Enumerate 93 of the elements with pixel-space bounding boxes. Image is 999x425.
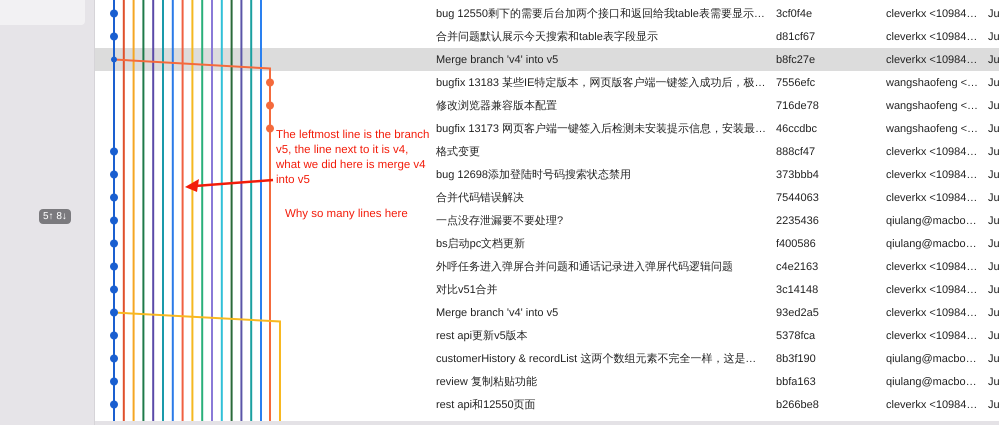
commit-hash: 7556efc <box>776 76 816 88</box>
commit-message: 外呼任务进入弹屏合并问题和通话记录进入弹屏代码逻辑问题 <box>436 260 734 274</box>
commit-hash: 2235436 <box>776 214 820 226</box>
commit-author: qiulang@macbo… <box>886 376 978 388</box>
commit-message: bs启动pc文档更新 <box>436 236 526 251</box>
commit-node <box>110 240 118 248</box>
commit-node <box>110 32 118 40</box>
commit-author: cleverkx <10984… <box>886 54 978 66</box>
commit-hash: b8fc27e <box>776 54 816 66</box>
annotation-question: Why so many lines here <box>285 207 408 222</box>
commit-node <box>110 378 118 386</box>
commit-date: Ju <box>988 168 999 180</box>
commit-date: Ju <box>988 146 999 158</box>
commit-author: qiulang@macbo… <box>886 352 978 364</box>
commit-message: 一点没存泄漏要不要处理? <box>436 214 564 228</box>
commit-message: bugfix 13173 网页客户端一键签入后检测未安装提示信息，安装最… <box>436 122 768 136</box>
commit-author: cleverkx <10984… <box>886 260 978 272</box>
commit-hash: 5378fca <box>776 330 816 342</box>
commit-node <box>110 170 118 178</box>
commit-message: Merge branch 'v4' into v5 <box>436 54 560 66</box>
commit-message: rest api更新v5版本 <box>436 328 529 343</box>
commit-date: Ju <box>988 100 999 112</box>
commit-message: 修改浏览器兼容版本配置 <box>436 98 558 113</box>
commit-date: Ju <box>988 306 999 318</box>
commit-author: cleverkx <10984… <box>886 8 978 20</box>
commit-date: Ju <box>988 76 999 88</box>
commit-message: bug 12698添加登陆时号码搜索状态禁用 <box>436 168 632 182</box>
commit-message: rest api和12550页面 <box>436 398 537 412</box>
commit-date: Ju <box>988 30 999 42</box>
commit-message: bug 12550剩下的需要后台加两个接口和返回给我table表需要显示… <box>436 6 766 21</box>
commit-hash: bbfa163 <box>776 376 817 388</box>
commit-author: cleverkx <10984… <box>886 306 978 318</box>
commit-message: customerHistory & recordList 这两个数组元素不完全一样，这是… <box>436 352 758 366</box>
commit-hash: f400586 <box>776 238 817 250</box>
commit-hash: 8b3f190 <box>776 352 817 364</box>
commit-author: wangshaofeng <… <box>886 122 980 134</box>
commit-author: wangshaofeng <… <box>886 76 980 88</box>
commit-message: bugfix 13183 某些IE特定版本，网页版客户端一键签入成功后，极… <box>436 76 766 90</box>
commit-date: Ju <box>988 398 999 410</box>
commit-message: review 复制粘贴功能 <box>436 375 538 389</box>
commit-node <box>110 10 118 18</box>
commit-date: Ju <box>988 238 999 250</box>
commit-date: Ju <box>988 284 999 296</box>
commit-hash: 46ccdbc <box>776 122 818 134</box>
annotation-note: The leftmost line is the branch v5, the line next to it is v4, what we did here is merge v4 into v5 <box>276 128 430 188</box>
commit-node <box>110 308 118 316</box>
commit-author: cleverkx <10984… <box>886 284 978 296</box>
commit-node <box>110 354 118 362</box>
commit-date: Ju <box>988 8 999 20</box>
commit-author: qiulang@macbo… <box>886 214 978 226</box>
commit-hash: 3c14148 <box>776 284 820 296</box>
commit-hash: 93ed2a5 <box>776 306 820 318</box>
commit-hash: b266be8 <box>776 398 820 410</box>
commit-node <box>110 216 118 224</box>
commit-node <box>110 194 118 202</box>
commit-node <box>110 332 118 340</box>
commit-message: 合并代码错误解决 <box>436 190 525 205</box>
commit-date: Ju <box>988 192 999 204</box>
commit-hash: 3cf0f4e <box>776 8 814 20</box>
commit-message: Merge branch 'v4' into v5 <box>436 306 560 318</box>
commit-author: cleverkx <10984… <box>886 146 978 158</box>
commit-author: cleverkx <10984… <box>886 168 978 180</box>
commit-hash: 7544063 <box>776 192 820 204</box>
commit-node <box>266 124 274 132</box>
commit-hash: 373bbb4 <box>776 168 820 180</box>
commit-node <box>266 78 274 86</box>
commit-author: cleverkx <10984… <box>886 192 978 204</box>
sync-status-badge: 5↑ 8↓ <box>39 209 71 224</box>
commit-author: qiulang@macbo… <box>886 238 978 250</box>
commit-author: wangshaofeng <… <box>886 100 980 112</box>
commit-date: Ju <box>988 122 999 134</box>
commit-node <box>111 56 117 62</box>
commit-date: Ju <box>988 352 999 364</box>
commit-hash: d81cf67 <box>776 30 816 42</box>
commit-date: Ju <box>988 260 999 272</box>
commit-date: Ju <box>988 376 999 388</box>
commit-hash: c4e2163 <box>776 260 820 272</box>
commit-author: cleverkx <10984… <box>886 398 978 410</box>
commit-hash: 888cf47 <box>776 146 816 158</box>
commit-author: cleverkx <10984… <box>886 30 978 42</box>
commit-node <box>110 148 118 156</box>
commit-message: 合并问题默认展示今天搜索和table表字段显示 <box>436 30 659 44</box>
commit-date: Ju <box>988 330 999 342</box>
commit-message: 格式变更 <box>436 144 481 159</box>
commit-node <box>110 400 118 408</box>
commit-message: 对比v51合并 <box>436 282 499 297</box>
commit-date: Ju <box>988 214 999 226</box>
commit-date: Ju <box>988 54 999 66</box>
commit-node <box>110 286 118 294</box>
commit-node <box>266 102 274 110</box>
commit-author: cleverkx <10984… <box>886 330 978 342</box>
commit-hash: 716de78 <box>776 100 820 112</box>
commit-node <box>110 262 118 270</box>
